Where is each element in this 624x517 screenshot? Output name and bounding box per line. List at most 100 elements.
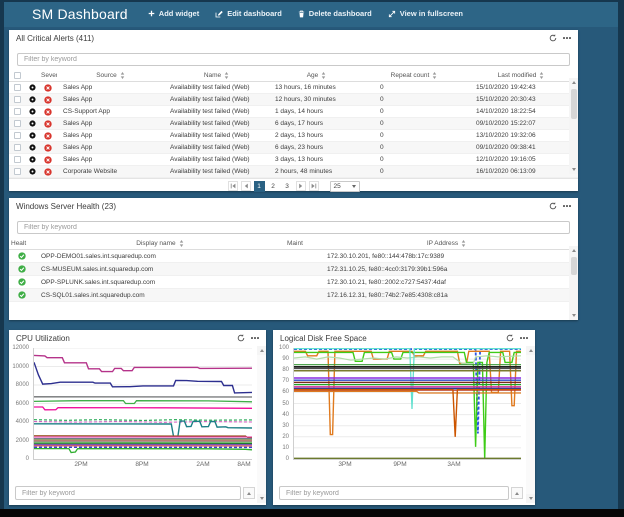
row-checkbox[interactable] xyxy=(9,82,25,93)
y-axis-tick-label: 8000 xyxy=(16,382,29,388)
alerts-col-repeat-count[interactable]: Repeat count xyxy=(364,70,464,81)
collapse-up-icon[interactable] xyxy=(511,487,523,499)
alerts-widget-title: All Critical Alerts (411) xyxy=(16,34,94,43)
add-widget-button[interactable]: Add widget xyxy=(148,9,199,18)
cpu-filter-input[interactable] xyxy=(15,486,241,500)
alert-row[interactable]: Sales AppAvailability test failed (Web)2… xyxy=(9,130,578,142)
server-ip-address: 172.30.10.21, fe80::2002:c727:5437:4daf xyxy=(315,276,578,288)
scroll-down-icon[interactable] xyxy=(569,311,578,320)
pager-next-icon[interactable] xyxy=(296,181,306,191)
page-size-dropdown[interactable]: 25 xyxy=(330,181,360,192)
alerts-col-name[interactable]: Name xyxy=(164,70,269,81)
alert-row[interactable]: Sales AppAvailability test failed (Web)6… xyxy=(9,142,578,154)
collapse-up-icon[interactable] xyxy=(243,487,255,499)
health-col-health[interactable]: Healt xyxy=(9,238,35,249)
server-row[interactable]: CS-SQL01.sales.int.squaredup.com172.16.1… xyxy=(9,289,578,302)
pager-first-icon[interactable] xyxy=(228,181,238,191)
alert-source: Sales App xyxy=(57,130,164,141)
scroll-up-icon[interactable] xyxy=(569,78,578,87)
cpu-x-axis: 2PM8PM2AM8AM xyxy=(33,460,252,469)
scroll-down-icon[interactable] xyxy=(257,494,266,503)
disk-filter-input[interactable] xyxy=(279,486,509,500)
server-row[interactable]: OPP-DEMO01.sales.int.squaredup.com172.30… xyxy=(9,250,578,263)
health-filter-input[interactable] xyxy=(17,221,570,234)
alerts-filter-input[interactable] xyxy=(17,53,570,66)
pager-page-2[interactable]: 2 xyxy=(268,181,279,192)
alert-row[interactable]: Sales AppAvailability test failed (Web)1… xyxy=(9,94,578,106)
cpu-chart-plot xyxy=(33,348,252,460)
view-fullscreen-button[interactable]: View in fullscreen xyxy=(388,9,463,18)
alert-row[interactable]: Sales AppAvailability test failed (Web) 1… xyxy=(9,82,578,94)
server-row[interactable]: CS-MUSEUM.sales.int.squaredup.com172.31.… xyxy=(9,263,578,276)
more-options-icon[interactable] xyxy=(251,337,259,339)
row-checkbox[interactable] xyxy=(9,118,25,129)
scrollbar-thumb[interactable] xyxy=(571,257,577,275)
more-options-icon[interactable] xyxy=(520,337,528,339)
health-col-ip-address[interactable]: IP Address xyxy=(315,238,578,249)
scrollbar-thumb[interactable] xyxy=(571,89,577,119)
server-row[interactable]: OPP-SPLUNK.sales.int.squaredup.com172.30… xyxy=(9,276,578,289)
alert-source: Sales App xyxy=(57,82,164,93)
alert-row[interactable]: Sales AppAvailability test failed (Web)3… xyxy=(9,154,578,166)
alert-repeat-count: 0 xyxy=(364,118,464,129)
pager-page-1[interactable]: 1 xyxy=(254,181,265,192)
scroll-down-icon[interactable] xyxy=(526,494,535,503)
alert-name: Availability test failed (Web) xyxy=(164,106,269,117)
health-scrollbar[interactable] xyxy=(569,246,578,320)
scroll-up-icon[interactable] xyxy=(569,246,578,255)
alert-name: Availability test failed (Web) xyxy=(164,94,269,105)
health-col-maintenance[interactable]: Maint xyxy=(285,238,315,249)
alert-last-modified: 15/10/2020 19:42:43 xyxy=(464,82,578,93)
refresh-icon[interactable] xyxy=(549,34,557,42)
delete-dashboard-button[interactable]: Delete dashboard xyxy=(298,9,372,18)
y-axis-tick-label: 70 xyxy=(282,378,289,384)
scroll-down-icon[interactable] xyxy=(569,165,578,174)
alert-repeat-count: 0 xyxy=(364,130,464,141)
row-checkbox[interactable] xyxy=(9,94,25,105)
pager-last-icon[interactable] xyxy=(309,181,319,191)
alert-last-modified: 09/10/2020 09:38:41 xyxy=(464,142,578,153)
alert-repeat-count: 0 xyxy=(364,106,464,117)
critical-severity-icon xyxy=(39,82,57,93)
row-checkbox[interactable] xyxy=(9,142,25,153)
alert-row[interactable]: Sales AppAvailability test failed (Web)6… xyxy=(9,118,578,130)
pager-prev-icon[interactable] xyxy=(241,181,251,191)
scroll-up-icon[interactable] xyxy=(526,346,535,355)
row-checkbox[interactable] xyxy=(9,106,25,117)
scroll-up-icon[interactable] xyxy=(257,346,266,355)
cpu-widget-scrollbar[interactable] xyxy=(257,346,266,503)
disk-chart-plot xyxy=(293,348,521,460)
alert-row[interactable]: Corporate WebsiteAvailability test faile… xyxy=(9,166,578,178)
select-all-checkbox[interactable] xyxy=(9,70,25,81)
row-checkbox[interactable] xyxy=(9,154,25,165)
refresh-icon[interactable] xyxy=(506,334,514,342)
y-axis-tick-label: 30 xyxy=(282,423,289,429)
alerts-table-header: Sever Source Name Age Repeat count Last … xyxy=(9,70,578,82)
row-checkbox[interactable] xyxy=(9,130,25,141)
health-col-display-name[interactable]: Display name xyxy=(35,238,285,249)
alerts-scrollbar[interactable] xyxy=(569,78,578,174)
alert-row[interactable]: CS-Support AppAvailability test failed (… xyxy=(9,106,578,118)
top-bar: SM Dashboard Add widget Edit dashboard D… xyxy=(0,0,624,27)
alert-last-modified: 16/10/2020 06:13:09 xyxy=(464,166,578,177)
edit-dashboard-button[interactable]: Edit dashboard xyxy=(215,9,282,18)
more-options-icon[interactable] xyxy=(563,205,571,207)
sort-icon xyxy=(321,72,326,79)
pager-page-3[interactable]: 3 xyxy=(282,181,293,192)
alerts-col-last-modified[interactable]: Last modified xyxy=(464,70,578,81)
alerts-filter-row xyxy=(9,46,578,70)
alerts-col-severity[interactable]: Sever xyxy=(39,70,57,81)
y-axis-tick-label: 80 xyxy=(282,367,289,373)
sort-icon xyxy=(461,240,466,247)
alert-name: Availability test failed (Web) xyxy=(164,82,269,93)
more-options-icon[interactable] xyxy=(563,37,571,39)
row-checkbox[interactable] xyxy=(9,166,25,177)
chart-canvas xyxy=(294,348,521,459)
refresh-icon[interactable] xyxy=(549,202,557,210)
alerts-col-source[interactable]: Source xyxy=(57,70,164,81)
disk-widget-scrollbar[interactable] xyxy=(526,346,535,503)
alert-repeat-count: 0 xyxy=(364,82,464,93)
health-table-header: Healt Display name Maint IP Address xyxy=(9,238,578,250)
refresh-icon[interactable] xyxy=(237,334,245,342)
alerts-col-age[interactable]: Age xyxy=(269,70,364,81)
